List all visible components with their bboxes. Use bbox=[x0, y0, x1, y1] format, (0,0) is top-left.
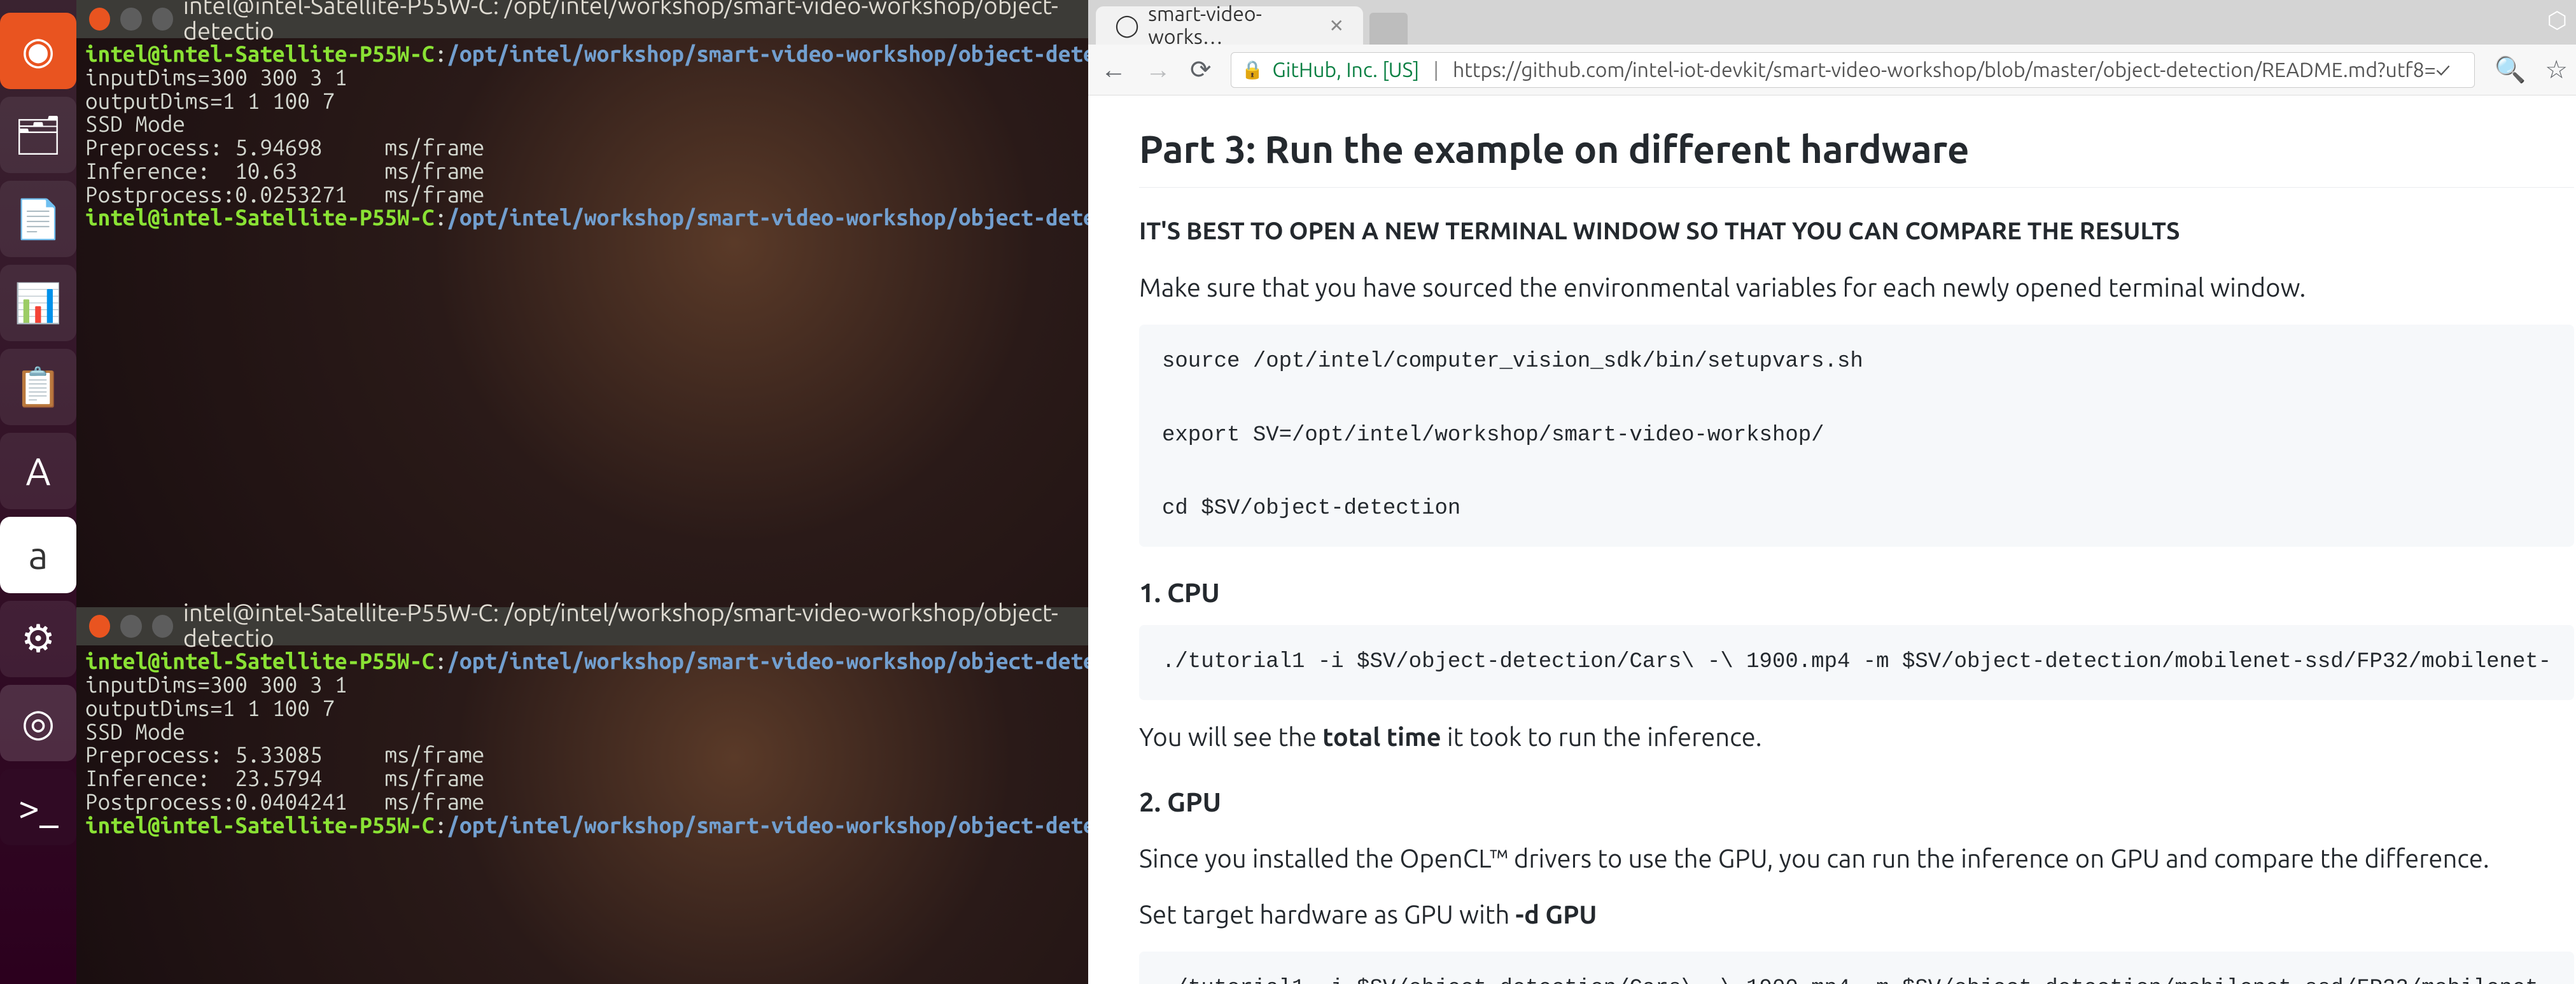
paragraph-totaltime: You will see the total time it took to r… bbox=[1139, 718, 2574, 756]
launcher-writer-icon[interactable]: 📄 bbox=[0, 181, 76, 257]
url-field[interactable]: 🔒 GitHub, Inc. [US] | https://github.com… bbox=[1231, 52, 2475, 88]
tab-bar[interactable]: ◯ smart-video-works… ✕ bbox=[1088, 0, 2576, 45]
out-preprocess: Preprocess: 5.33085 ms/frame bbox=[85, 742, 484, 767]
paragraph-env: Make sure that you have sourced the envi… bbox=[1139, 269, 2574, 307]
reload-button[interactable]: ⟳ bbox=[1190, 55, 1212, 85]
system-indicator-icon[interactable]: ⬡ bbox=[2547, 6, 2567, 34]
terminal-gpu-titlebar[interactable]: intel@intel-Satellite-P55W-C: /opt/intel… bbox=[76, 607, 1088, 645]
out-outputdims: outputDims=1 1 100 7 bbox=[85, 695, 335, 720]
out-inference: Inference: 10.63 ms/frame bbox=[85, 158, 484, 183]
terminal-gpu[interactable]: intel@intel-Satellite-P55W-C: /opt/intel… bbox=[76, 607, 1088, 984]
code-setup[interactable]: source /opt/intel/computer_vision_sdk/bi… bbox=[1139, 325, 2574, 547]
prompt-user: intel@intel-Satellite-P55W-C bbox=[85, 41, 435, 66]
launcher-dash-icon[interactable]: ◉ bbox=[0, 13, 76, 89]
terminal-cpu-body[interactable]: intel@intel-Satellite-P55W-C:/opt/intel/… bbox=[76, 38, 1088, 234]
launcher-amazon-icon[interactable]: a bbox=[0, 517, 76, 593]
paragraph-targethw: Set target hardware as GPU with -d GPU bbox=[1139, 896, 2574, 934]
launcher-chrome-icon[interactable]: ◎ bbox=[0, 685, 76, 761]
subheading: IT'S BEST TO OPEN A NEW TERMINAL WINDOW … bbox=[1139, 213, 2574, 250]
terminal-cpu[interactable]: intel@intel-Satellite-P55W-C: /opt/intel… bbox=[76, 0, 1088, 607]
paragraph-opencl: Since you installed the OpenCL™ drivers … bbox=[1139, 840, 2574, 878]
tab-title: smart-video-works… bbox=[1148, 3, 1320, 48]
terminal-gpu-body[interactable]: intel@intel-Satellite-P55W-C:/opt/intel/… bbox=[76, 645, 1088, 841]
out-ssd: SSD Mode bbox=[85, 719, 185, 744]
url-text: https://github.com/intel-iot-devkit/smar… bbox=[1453, 59, 2450, 81]
out-ssd: SSD Mode bbox=[85, 111, 185, 136]
out-inputdims: inputDims=300 300 3 1 bbox=[85, 64, 347, 90]
github-favicon-icon: ◯ bbox=[1115, 13, 1139, 38]
section-gpu: 2. GPU bbox=[1139, 782, 2574, 822]
zoom-icon[interactable]: 🔍 bbox=[2494, 55, 2526, 85]
code-gpu[interactable]: ./tutorial1 -i $SV/object-detection/Cars… bbox=[1139, 952, 2574, 984]
forward-button[interactable]: → bbox=[1145, 55, 1171, 85]
close-icon[interactable] bbox=[89, 8, 110, 31]
back-button[interactable]: ← bbox=[1101, 55, 1126, 85]
terminal-cpu-titlebar[interactable]: intel@intel-Satellite-P55W-C: /opt/intel… bbox=[76, 0, 1088, 38]
launcher-calc-icon[interactable]: 📊 bbox=[0, 265, 76, 341]
launcher-terminal-icon[interactable]: >_ bbox=[0, 769, 76, 845]
page-heading: Part 3: Run the example on different har… bbox=[1139, 121, 2574, 188]
star-icon[interactable]: ☆ bbox=[2545, 55, 2568, 85]
terminal-stack: intel@intel-Satellite-P55W-C: /opt/intel… bbox=[76, 0, 1088, 984]
close-icon[interactable] bbox=[89, 615, 110, 638]
address-bar: ← → ⟳ 🔒 GitHub, Inc. [US] | https://gith… bbox=[1088, 45, 2576, 95]
chrome-window: ◯ smart-video-works… ✕ ← → ⟳ 🔒 GitHub, I… bbox=[1088, 0, 2576, 984]
minimize-icon[interactable] bbox=[120, 8, 141, 31]
code-cpu[interactable]: ./tutorial1 -i $SV/object-detection/Cars… bbox=[1139, 625, 2574, 700]
section-cpu: 1. CPU bbox=[1139, 572, 2574, 612]
minimize-icon[interactable] bbox=[120, 615, 141, 638]
maximize-icon[interactable] bbox=[152, 8, 173, 31]
out-inputdims: inputDims=300 300 3 1 bbox=[85, 671, 347, 697]
out-outputdims: outputDims=1 1 100 7 bbox=[85, 88, 335, 113]
maximize-icon[interactable] bbox=[152, 615, 173, 638]
out-postprocess: Postprocess:0.0404241 ms/frame bbox=[85, 789, 484, 814]
out-preprocess: Preprocess: 5.94698 ms/frame bbox=[85, 134, 484, 160]
launcher-impress-icon[interactable]: 📋 bbox=[0, 349, 76, 425]
tab-close-icon[interactable]: ✕ bbox=[1329, 15, 1344, 36]
tab-github[interactable]: ◯ smart-video-works… ✕ bbox=[1096, 6, 1363, 45]
out-inference: Inference: 23.5794 ms/frame bbox=[85, 765, 484, 791]
launcher-files-icon[interactable]: 🗂 bbox=[0, 97, 76, 173]
launcher-settings-icon[interactable]: ⚙ bbox=[0, 601, 76, 677]
lock-icon: 🔒 bbox=[1242, 59, 1264, 80]
url-org: GitHub, Inc. [US] bbox=[1272, 59, 1419, 81]
prompt-path: /opt/intel/workshop/smart-video-workshop… bbox=[447, 41, 1158, 66]
launcher-software-icon[interactable]: A bbox=[0, 433, 76, 509]
page-content[interactable]: Part 3: Run the example on different har… bbox=[1088, 95, 2576, 984]
terminal-gpu-title: intel@intel-Satellite-P55W-C: /opt/intel… bbox=[183, 601, 1075, 652]
new-tab-button[interactable] bbox=[1369, 13, 1408, 45]
out-postprocess: Postprocess:0.0253271 ms/frame bbox=[85, 181, 484, 207]
unity-launcher: ◉ 🗂 📄 📊 📋 A a ⚙ ◎ >_ bbox=[0, 0, 76, 984]
